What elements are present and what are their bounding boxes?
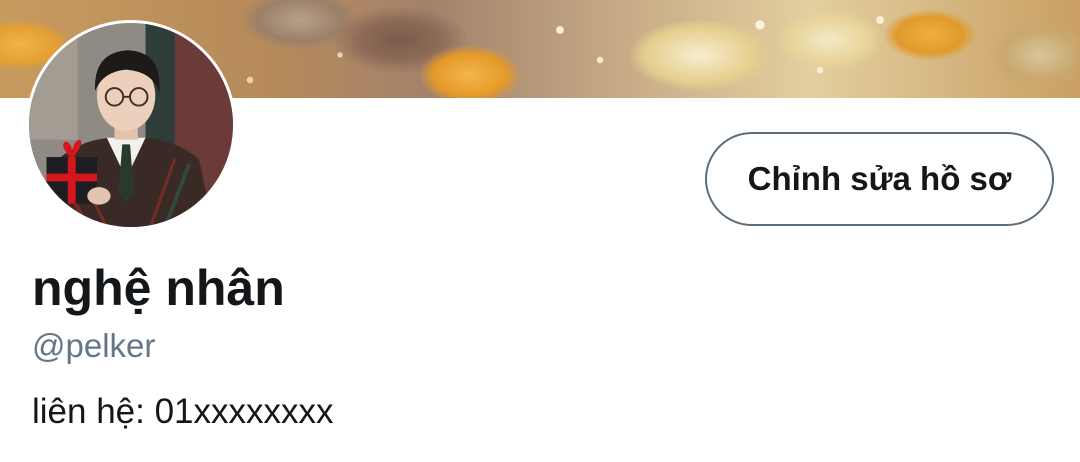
- avatar-photo: [29, 23, 233, 227]
- display-name: nghệ nhân: [32, 260, 285, 316]
- profile-bio: liên hệ: 01xxxxxxxx: [32, 392, 334, 431]
- avatar[interactable]: [26, 20, 236, 230]
- user-handle: @pelker: [32, 327, 156, 364]
- edit-profile-button[interactable]: Chỉnh sửa hồ sơ: [705, 132, 1054, 226]
